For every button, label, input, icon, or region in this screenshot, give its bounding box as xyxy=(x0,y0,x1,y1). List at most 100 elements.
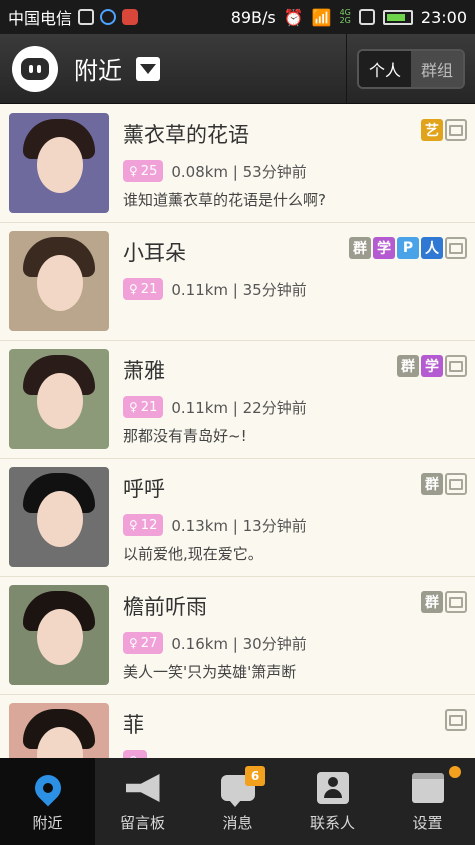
user-tag-badge: 群 xyxy=(349,237,371,259)
gender-age-badge: ♀ 12 xyxy=(123,514,164,536)
user-name: 薰衣草的花语 xyxy=(123,123,249,147)
user-tag-badge: 学 xyxy=(373,237,395,259)
user-signature: 美人一笑'只为英雄'箫声断 xyxy=(123,663,297,681)
clock: 23:00 xyxy=(420,7,467,27)
age-value: 12 xyxy=(140,517,158,533)
user-tag-badge: 艺 xyxy=(421,119,443,141)
avatar[interactable] xyxy=(9,113,109,213)
qq-notification-icon xyxy=(100,9,117,25)
chevron-down-icon[interactable] xyxy=(136,56,160,81)
list-item[interactable]: 呼呼 群 ♀ 12 0.13km | 13分钟前以前爱他,现在爱它。 xyxy=(0,459,475,577)
user-tags: 群学 xyxy=(397,355,467,377)
photo-album-icon xyxy=(445,473,467,495)
user-tags xyxy=(445,709,467,731)
age-value: 21 xyxy=(140,281,158,297)
tab-label: 消息 xyxy=(222,814,253,832)
user-meta: ♀ 27 0.16km | 30分钟前 xyxy=(123,632,307,654)
user-signature: 谁知道薰衣草的花语是什么啊? xyxy=(123,191,326,209)
gender-age-badge: ♀ 25 xyxy=(123,160,164,182)
distance-time: 0.11km | 35分钟前 xyxy=(171,280,307,299)
user-meta: ♀ xyxy=(123,750,155,758)
page-title: 附近 xyxy=(74,57,122,85)
user-name: 小耳朵 xyxy=(123,241,186,265)
segment-group[interactable]: 群组 xyxy=(411,50,463,87)
settings-icon xyxy=(411,773,444,803)
user-name: 菲 xyxy=(123,713,144,737)
tab-label: 附近 xyxy=(32,814,63,832)
user-tag-badge: P xyxy=(397,237,419,259)
tab-settings[interactable]: 设置 xyxy=(380,758,475,845)
gender-age-badge: ♀ 21 xyxy=(123,278,164,300)
user-tag-badge: 群 xyxy=(421,473,443,495)
user-tags: 群 xyxy=(421,473,467,495)
tab-messages[interactable]: 消息 6 xyxy=(190,758,285,845)
tab-label: 设置 xyxy=(412,814,443,832)
user-meta: ♀ 21 0.11km | 35分钟前 xyxy=(123,278,307,300)
tab-nearby[interactable]: 附近 xyxy=(0,758,95,845)
female-icon: ♀ xyxy=(129,518,138,532)
nearby-people-list: 薰衣草的花语艺 ♀ 25 0.08km | 53分钟前 谁知道薰衣草的花语是什么啊? 小耳… xyxy=(0,105,475,758)
bottom-tab-bar: 附近 留言板 消息 6 联系人 设置 xyxy=(0,758,475,845)
unread-badge: 6 xyxy=(245,766,266,786)
photo-album-icon xyxy=(445,119,467,141)
age-value: 21 xyxy=(140,399,158,415)
user-meta: ♀ 25 0.08km | 53分钟前 xyxy=(123,160,307,182)
image-notification-icon xyxy=(78,9,95,25)
user-tags: 群 xyxy=(421,591,467,613)
scope-toggle: 个人 群组 xyxy=(357,48,465,89)
female-icon: ♀ xyxy=(129,164,138,178)
user-meta: ♀ 12 0.13km | 13分钟前 xyxy=(123,514,307,536)
net-speed: 89B/s xyxy=(230,7,276,27)
network-type: 4G 2G xyxy=(339,8,351,25)
status-bar: 中国电信 89B/s ⏰ 📶 4G 2G 23:00 xyxy=(0,0,475,34)
female-icon: ♀ xyxy=(129,282,138,296)
avatar[interactable] xyxy=(9,349,109,449)
app-notification-icon xyxy=(122,9,139,25)
alarm-icon: ⏰ xyxy=(283,7,304,27)
avatar[interactable] xyxy=(9,231,109,331)
tab-label: 留言板 xyxy=(119,814,165,832)
tab-label: 联系人 xyxy=(309,814,355,832)
carrier-label: 中国电信 xyxy=(8,9,73,28)
user-tags: 群学P人 xyxy=(349,237,467,259)
distance-time: 0.08km | 53分钟前 xyxy=(171,162,307,181)
tab-message-board[interactable]: 留言板 xyxy=(95,758,190,845)
gender-age-badge: ♀ xyxy=(123,750,147,758)
user-tags: 艺 xyxy=(421,119,467,141)
gender-age-badge: ♀ 21 xyxy=(123,396,164,418)
location-pin-icon xyxy=(29,769,66,807)
distance-time: 0.13km | 13分钟前 xyxy=(171,516,307,535)
tab-contacts[interactable]: 联系人 xyxy=(285,758,380,845)
user-name: 檐前听雨 xyxy=(123,595,207,619)
contact-card-icon xyxy=(316,772,349,804)
list-item[interactable]: 薰衣草的花语 艺 ♀ 25 0.08km | 53分钟前谁知道薰衣草的花语是什么啊? xyxy=(0,105,475,223)
user-signature: 那都没有青岛好~! xyxy=(123,427,247,445)
segment-personal[interactable]: 个人 xyxy=(359,50,411,87)
user-tag-badge: 群 xyxy=(397,355,419,377)
user-tag-badge: 人 xyxy=(421,237,443,259)
avatar[interactable] xyxy=(9,703,109,758)
user-tag-badge: 群 xyxy=(421,591,443,613)
photo-album-icon xyxy=(445,591,467,613)
user-name: 呼呼 xyxy=(123,477,165,501)
user-meta: ♀ 21 0.11km | 22分钟前 xyxy=(123,396,307,418)
wifi-icon: 📶 xyxy=(311,7,332,27)
list-item[interactable]: 小耳朵 群学 P 人 ♀ 21 0.11km | 35分钟前 xyxy=(0,223,475,341)
female-icon: ♀ xyxy=(129,636,138,650)
photo-album-icon xyxy=(445,709,467,731)
user-signature: 以前爱他,现在爱它。 xyxy=(123,545,263,563)
avatar[interactable] xyxy=(9,467,109,567)
female-icon: ♀ xyxy=(129,400,138,414)
distance-time: 0.11km | 22分钟前 xyxy=(171,398,307,417)
app-header: 附近 个人 群组 xyxy=(0,34,475,104)
user-tag-badge: 学 xyxy=(421,355,443,377)
photo-album-icon xyxy=(445,237,467,259)
avatar[interactable] xyxy=(9,585,109,685)
list-item[interactable]: 檐前听雨 群 ♀ 27 0.16km | 30分钟前美人一笑'只为英雄'箫声断 xyxy=(0,577,475,695)
gender-age-badge: ♀ 27 xyxy=(123,632,164,654)
age-value: 25 xyxy=(140,163,158,179)
app-logo-icon[interactable] xyxy=(12,45,58,92)
list-item[interactable]: 菲♀ xyxy=(0,695,475,758)
battery-icon xyxy=(382,9,413,25)
list-item[interactable]: 萧雅 群学 ♀ 21 0.11km | 22分钟前 那都没有青岛好~! xyxy=(0,341,475,459)
